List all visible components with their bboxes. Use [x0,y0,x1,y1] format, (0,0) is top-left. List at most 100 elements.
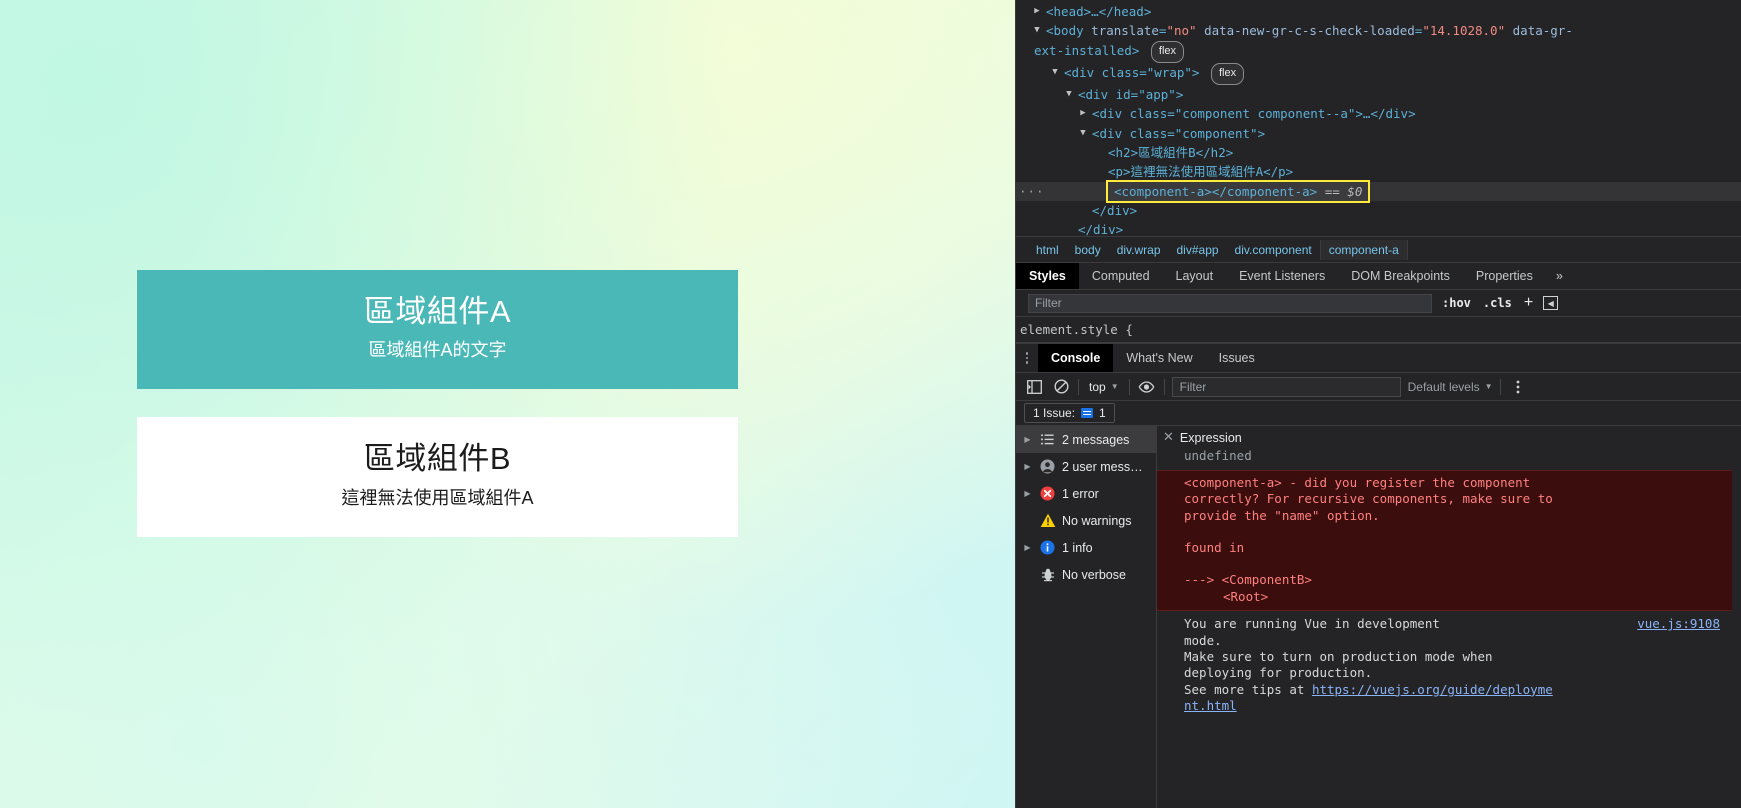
component-a-text: 區域組件A的文字 [368,340,507,361]
sidebar-item-warnings[interactable]: ▶ No warnings [1016,507,1156,534]
remove-expression-icon[interactable]: ✕ [1163,430,1174,443]
flex-badge-body[interactable]: flex [1150,40,1185,63]
breadcrumb-item-div-component[interactable]: div.component [1227,240,1320,260]
log-levels-selector[interactable]: Default levels ▼ [1408,380,1493,394]
rendered-page-viewport: 區域組件A 區域組件A的文字 區域組件B 這裡無法使用區域組件A [0,0,1015,808]
tab-styles[interactable]: Styles [1016,263,1079,289]
component-b-text: 這裡無法使用區域組件A [341,487,534,508]
source-link[interactable]: vue.js:9108 [1637,616,1720,632]
list-icon [1039,434,1056,445]
sidebar-item-warnings-label: No warnings [1062,513,1132,528]
issue-message-icon [1081,408,1094,418]
sidebar-item-verbose-label: No verbose [1062,567,1126,582]
console-sidebar-toggle-icon[interactable] [1024,377,1044,397]
breadcrumb-item-html[interactable]: html [1028,240,1067,260]
issues-chip[interactable]: 1 Issue: 1 [1024,403,1115,423]
toolbar-divider [1499,378,1501,395]
tab-issues[interactable]: Issues [1206,344,1268,372]
element-style-rule[interactable]: element.style { [1016,317,1741,343]
disclosure-triangle-collapsed-icon[interactable]: ▶ [1022,489,1033,498]
dom-tree[interactable]: ▶ <head>…</head> ▼ <body translate="no" … [1016,0,1741,236]
drawer-tabs[interactable]: Console What's New Issues [1016,344,1741,373]
breadcrumb-item-body[interactable]: body [1067,240,1109,260]
disclosure-triangle-expanded-icon[interactable]: ▼ [1062,85,1076,104]
hidden-nodes-ellipsis-icon[interactable]: ··· [1019,182,1045,201]
console-filter-input[interactable]: Filter [1171,376,1401,397]
sidebar-item-info[interactable]: ▶ 1 info [1016,534,1156,561]
disclosure-triangle-collapsed-icon[interactable]: ▶ [1076,104,1090,123]
dom-node-close-app[interactable]: </div> [1016,220,1741,236]
new-style-rule-button[interactable]: + [1522,294,1535,312]
dom-node-component-b-div-text: <div class="component"> [1092,125,1266,141]
more-tabs-chevron-icon[interactable]: » [1546,263,1573,289]
tab-console[interactable]: Console [1038,344,1114,372]
tab-event-listeners[interactable]: Event Listeners [1226,263,1338,289]
computed-sidebar-toggle-icon[interactable]: ◀ [1543,296,1559,310]
dom-node-component-a-div[interactable]: ▶ <div class="component component--a">…<… [1016,104,1741,123]
disclosure-triangle-collapsed-icon[interactable]: ▶ [1022,462,1033,471]
dom-node-component-b-div[interactable]: ▼ <div class="component"> [1016,124,1741,143]
sidebar-item-verbose[interactable]: ▶ No verbose [1016,561,1156,588]
styles-filter-input[interactable]: Filter [1028,293,1432,313]
dom-node-head-text: <head>…</head> [1046,4,1152,19]
dom-node-h2[interactable]: <h2>區域組件B</h2> [1016,143,1741,162]
selected-node-highlight[interactable]: <component-a></component-a> == $0 [1105,179,1371,203]
execution-context-value: top [1089,379,1106,394]
dom-node-div-app[interactable]: ▼ <div id="app"> [1016,85,1741,104]
console-toolbar[interactable]: top ▼ Filter Default levels ▼ [1016,373,1741,401]
vue-guide-link[interactable]: https://vuejs.org/guide/deployme [1312,682,1553,697]
disclosure-triangle-expanded-icon[interactable]: ▼ [1076,124,1090,143]
console-scrollbar[interactable] [1732,426,1741,808]
console-settings-icon[interactable] [1508,377,1528,397]
tab-layout[interactable]: Layout [1163,263,1227,289]
body-attr-check-loaded-value: "14.1028.0" [1422,23,1506,39]
sidebar-item-messages[interactable]: ▶ 2 messages [1016,426,1156,453]
console-sidebar[interactable]: ▶ 2 messages ▶ 2 user mess… ▶ 1 error No… [1016,426,1157,808]
tab-whats-new[interactable]: What's New [1113,344,1205,372]
console-error-message[interactable]: <component-a> - did you register the com… [1157,469,1732,612]
disclosure-triangle-collapsed-icon[interactable]: ▶ [1022,435,1033,444]
disclosure-triangle-collapsed-icon[interactable]: ▶ [1022,543,1033,552]
clear-console-icon[interactable] [1051,377,1071,397]
vue-guide-link-wrap[interactable]: nt.html [1184,698,1237,713]
sidebar-item-errors[interactable]: ▶ 1 error [1016,480,1156,507]
tab-properties[interactable]: Properties [1463,263,1546,289]
disclosure-triangle-expanded-icon[interactable]: ▼ [1048,63,1062,82]
verbose-bug-icon [1039,568,1056,582]
dom-node-body-cont[interactable]: ext-installed> flex [1016,40,1741,63]
hov-toggle-button[interactable]: :hov [1440,296,1473,310]
flex-badge-wrap[interactable]: flex [1211,62,1245,86]
dom-node-component-a-div-text: <div class="component component--a">…</d… [1092,106,1416,122]
disclosure-triangle-expanded-icon[interactable]: ▼ [1030,21,1044,40]
elements-sidebar-tabs[interactable]: Styles Computed Layout Event Listeners D… [1016,262,1741,290]
dom-node-head[interactable]: ▶ <head>…</head> [1016,2,1741,21]
sidebar-item-user-messages[interactable]: ▶ 2 user mess… [1016,453,1156,480]
cls-toggle-button[interactable]: .cls [1481,296,1514,310]
dom-node-close-component-b[interactable]: </div> [1016,201,1741,220]
styles-filter-row[interactable]: Filter :hov .cls + ◀ [1016,290,1741,317]
console-messages[interactable]: ✕ Expression undefined <component-a> - d… [1157,426,1732,808]
issues-count: 1 [1099,406,1106,420]
chevron-down-icon: ▼ [1110,382,1119,391]
sidebar-item-info-label: 1 info [1062,540,1093,555]
tab-computed[interactable]: Computed [1079,263,1163,289]
live-expression-icon[interactable] [1137,377,1157,397]
dom-node-body[interactable]: ▼ <body translate="no" data-new-gr-c-s-c… [1016,21,1741,40]
body-attr-translate: translate [1091,23,1159,39]
chevron-down-icon: ▼ [1484,382,1493,391]
dom-node-div-wrap[interactable]: ▼ <div class="wrap"> flex [1016,62,1741,86]
breadcrumb-item-div-app[interactable]: div#app [1169,240,1227,260]
breadcrumb[interactable]: html body div.wrap div#app div.component… [1016,236,1741,262]
console-info-message[interactable]: vue.js:9108 You are running Vue in develo… [1157,611,1732,718]
disclosure-triangle-collapsed-icon[interactable]: ▶ [1030,2,1044,21]
dom-node-p[interactable]: <p>這裡無法使用區域組件A</p> [1016,162,1741,181]
breadcrumb-item-component-a[interactable]: component-a [1319,239,1408,260]
drawer-more-options-icon[interactable] [1016,344,1038,372]
tab-dom-breakpoints[interactable]: DOM Breakpoints [1338,263,1463,289]
component-a-title: 區域組件A [363,294,512,329]
issues-bar[interactable]: 1 Issue: 1 [1016,401,1741,426]
live-expression-row[interactable]: ✕ Expression [1157,426,1732,446]
dom-node-component-a-selected[interactable]: ··· <component-a></component-a> == $0 [1016,179,1741,203]
breadcrumb-item-div-wrap[interactable]: div.wrap [1109,240,1169,260]
execution-context-selector[interactable]: top ▼ [1086,380,1122,394]
